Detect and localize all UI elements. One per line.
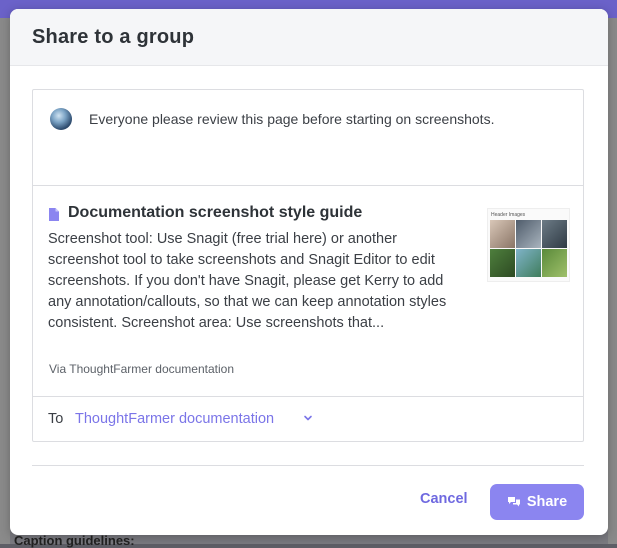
share-button-label: Share — [526, 494, 568, 510]
message-text: Everyone please review this page before … — [89, 111, 495, 127]
chevron-down-icon[interactable] — [303, 413, 313, 423]
to-label: To — [48, 411, 64, 427]
page-preview: Documentation screenshot style guide Scr… — [33, 186, 583, 397]
thumbnail-image — [490, 249, 515, 277]
preview-source: Via ThoughtFarmer documentation — [49, 362, 234, 376]
background-caption-heading: Caption guidelines: — [14, 533, 135, 548]
share-button[interactable]: Share — [490, 484, 584, 520]
thumbnail-image — [516, 249, 541, 277]
background-right-strip — [608, 18, 617, 544]
footer-divider — [32, 465, 584, 466]
document-icon — [49, 208, 59, 221]
to-group-row: To ThoughtFarmer documentation — [33, 397, 583, 441]
avatar — [50, 108, 72, 130]
share-to-group-modal: Share to a group Everyone please review … — [10, 9, 608, 535]
thumbnail-image — [542, 220, 567, 248]
share-content-box: Everyone please review this page before … — [32, 89, 584, 442]
chat-bubbles-icon — [507, 497, 520, 507]
preview-body: Screenshot tool: Use Snagit (free trial … — [48, 231, 447, 331]
preview-thumbnail: Header Images — [487, 208, 570, 282]
thumbnail-title: Header Images — [491, 212, 526, 218]
background-left-strip — [0, 18, 10, 544]
thumbnail-image — [542, 249, 567, 277]
preview-title: Documentation screenshot style guide — [68, 204, 363, 221]
modal-title: Share to a group — [32, 25, 195, 48]
message-input[interactable]: Everyone please review this page before … — [33, 90, 583, 186]
cancel-button[interactable]: Cancel — [420, 491, 468, 507]
thumbnail-image — [490, 220, 515, 248]
thumbnail-grid — [490, 220, 567, 277]
modal-header: Share to a group — [10, 9, 608, 66]
thumbnail-image — [516, 220, 541, 248]
group-selector[interactable]: ThoughtFarmer documentation — [75, 411, 274, 427]
